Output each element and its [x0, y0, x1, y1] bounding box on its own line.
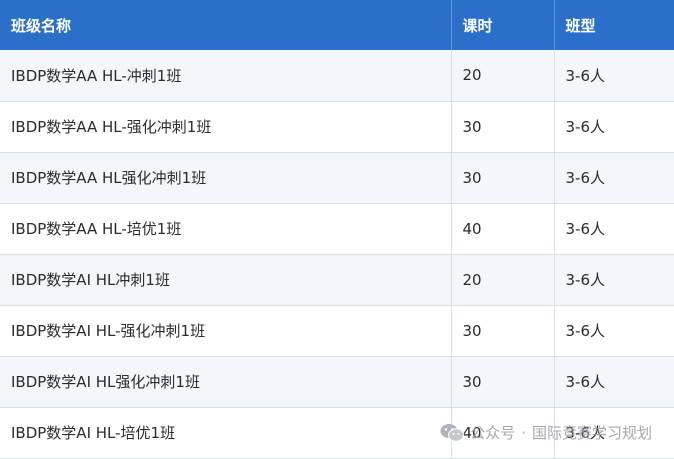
table-header-row: 班级名称 课时 班型 [0, 0, 674, 50]
cell-hours: 30 [451, 152, 555, 204]
table-row: IBDP数学AA HL-冲刺1班 20 3-6人 [0, 50, 674, 102]
cell-hours: 30 [451, 356, 555, 408]
cell-hours: 20 [451, 50, 555, 102]
course-table: 班级名称 课时 班型 IBDP数学AA HL-冲刺1班 20 3-6人 IBDP… [0, 0, 674, 459]
cell-class-name: IBDP数学AA HL-培优1班 [0, 203, 452, 255]
cell-class-name: IBDP数学AI HL冲刺1班 [0, 254, 452, 306]
cell-class-name: IBDP数学AA HL-强化冲刺1班 [0, 101, 452, 153]
table-row: IBDP数学AA HL-培优1班 40 3-6人 [0, 203, 674, 255]
header-class-name: 班级名称 [0, 0, 452, 50]
cell-class-type: 3-6人 [554, 50, 674, 102]
header-class-type: 班型 [554, 0, 674, 50]
cell-hours: 20 [451, 254, 555, 306]
cell-class-name: IBDP数学AA HL强化冲刺1班 [0, 152, 452, 204]
cell-class-type: 3-6人 [554, 254, 674, 306]
cell-class-name: IBDP数学AI HL强化冲刺1班 [0, 356, 452, 408]
cell-hours: 40 [451, 407, 555, 459]
cell-class-type: 3-6人 [554, 356, 674, 408]
table-row: IBDP数学AA HL-强化冲刺1班 30 3-6人 [0, 101, 674, 153]
cell-class-name: IBDP数学AI HL-强化冲刺1班 [0, 305, 452, 357]
cell-hours: 40 [451, 203, 555, 255]
cell-class-name: IBDP数学AA HL-冲刺1班 [0, 50, 452, 102]
cell-hours: 30 [451, 305, 555, 357]
table-row: IBDP数学AI HL冲刺1班 20 3-6人 [0, 254, 674, 306]
table-row: IBDP数学AI HL-培优1班 40 3-6人 [0, 407, 674, 459]
cell-hours: 30 [451, 101, 555, 153]
table-row: IBDP数学AI HL-强化冲刺1班 30 3-6人 [0, 305, 674, 357]
cell-class-type: 3-6人 [554, 101, 674, 153]
table-row: IBDP数学AA HL强化冲刺1班 30 3-6人 [0, 152, 674, 204]
table-row: IBDP数学AI HL强化冲刺1班 30 3-6人 [0, 356, 674, 408]
cell-class-type: 3-6人 [554, 152, 674, 204]
cell-class-type: 3-6人 [554, 203, 674, 255]
cell-class-type: 3-6人 [554, 407, 674, 459]
cell-class-type: 3-6人 [554, 305, 674, 357]
cell-class-name: IBDP数学AI HL-培优1班 [0, 407, 452, 459]
header-hours: 课时 [451, 0, 555, 50]
